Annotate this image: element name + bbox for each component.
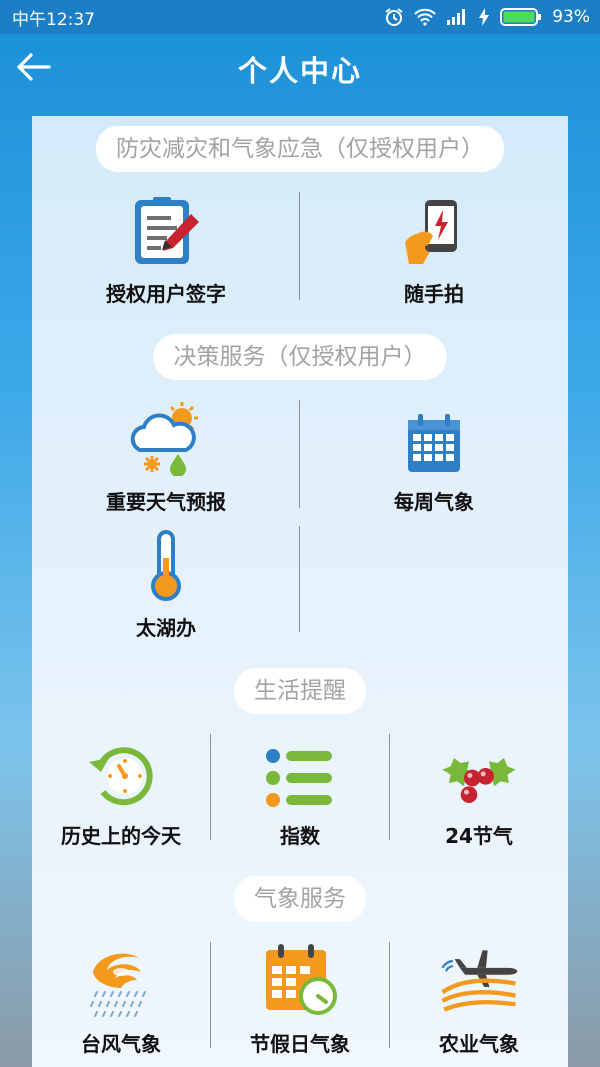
menu-item-agriculture-weather[interactable]: 农业气象 xyxy=(390,944,568,1057)
menu-item-solar-terms[interactable]: 24节气 xyxy=(390,736,568,849)
history-clock-icon xyxy=(81,736,161,810)
signature-pen-icon xyxy=(126,194,206,268)
battery-icon xyxy=(500,7,542,27)
menu-item-label: 节假日气象 xyxy=(250,1032,350,1056)
section-title-decision: 决策服务（仅授权用户） xyxy=(153,334,447,380)
menu-item-label: 重要天气预报 xyxy=(106,490,226,514)
thermometer-icon xyxy=(126,528,206,602)
menu-item-history-today[interactable]: 历史上的今天 xyxy=(32,736,210,849)
alarm-icon xyxy=(384,7,404,27)
menu-item-label: 农业气象 xyxy=(439,1032,519,1056)
menu-item-label: 授权用户签字 xyxy=(106,282,226,306)
signal-icon xyxy=(446,8,468,26)
holly-berries-icon xyxy=(439,736,519,810)
battery-percent: 93% xyxy=(552,7,590,27)
menu-panel: 防灾减灾和气象应急（仅授权用户） 授权用户签字 随手拍 决策服务（仅授权用户） … xyxy=(32,116,568,1067)
menu-item-label: 24节气 xyxy=(445,824,513,848)
status-time: 中午12:37 xyxy=(12,9,95,30)
index-list-icon xyxy=(260,736,340,810)
menu-item-holiday-weather[interactable]: 节假日气象 xyxy=(211,944,389,1057)
status-icons: 93% xyxy=(384,7,590,27)
section-title-weather-services: 气象服务 xyxy=(234,876,366,922)
holiday-calendar-icon xyxy=(260,944,340,1018)
divider xyxy=(299,526,300,632)
status-bar: 中午12:37 93% xyxy=(0,0,600,34)
menu-item-label: 指数 xyxy=(280,824,320,848)
agriculture-plane-icon xyxy=(439,944,519,1018)
menu-item-label: 每周气象 xyxy=(394,490,474,514)
weather-cloud-sun-icon xyxy=(126,402,206,476)
phone-snapshot-icon xyxy=(394,194,474,268)
menu-item-weekly-weather[interactable]: 每周气象 xyxy=(300,402,568,515)
menu-item-snapshot[interactable]: 随手拍 xyxy=(300,194,568,307)
page-title: 个人中心 xyxy=(237,54,362,88)
section-title-disaster: 防灾减灾和气象应急（仅授权用户） xyxy=(96,126,504,172)
menu-item-authorized-signature[interactable]: 授权用户签字 xyxy=(32,194,300,307)
menu-item-label: 太湖办 xyxy=(136,616,196,640)
typhoon-icon xyxy=(81,944,161,1018)
calendar-icon xyxy=(394,402,474,476)
title-bar: 个人中心 xyxy=(0,34,600,100)
menu-item-typhoon[interactable]: 台风气象 xyxy=(32,944,210,1057)
charging-icon xyxy=(478,8,490,26)
menu-item-label: 历史上的今天 xyxy=(61,824,181,848)
menu-item-taihu-office[interactable]: 太湖办 xyxy=(32,528,300,641)
section-title-life: 生活提醒 xyxy=(234,668,366,714)
menu-item-label: 台风气象 xyxy=(81,1032,161,1056)
wifi-icon xyxy=(414,8,436,26)
menu-item-important-forecast[interactable]: 重要天气预报 xyxy=(32,402,300,515)
menu-item-label: 随手拍 xyxy=(404,282,464,306)
menu-item-index[interactable]: 指数 xyxy=(211,736,389,849)
